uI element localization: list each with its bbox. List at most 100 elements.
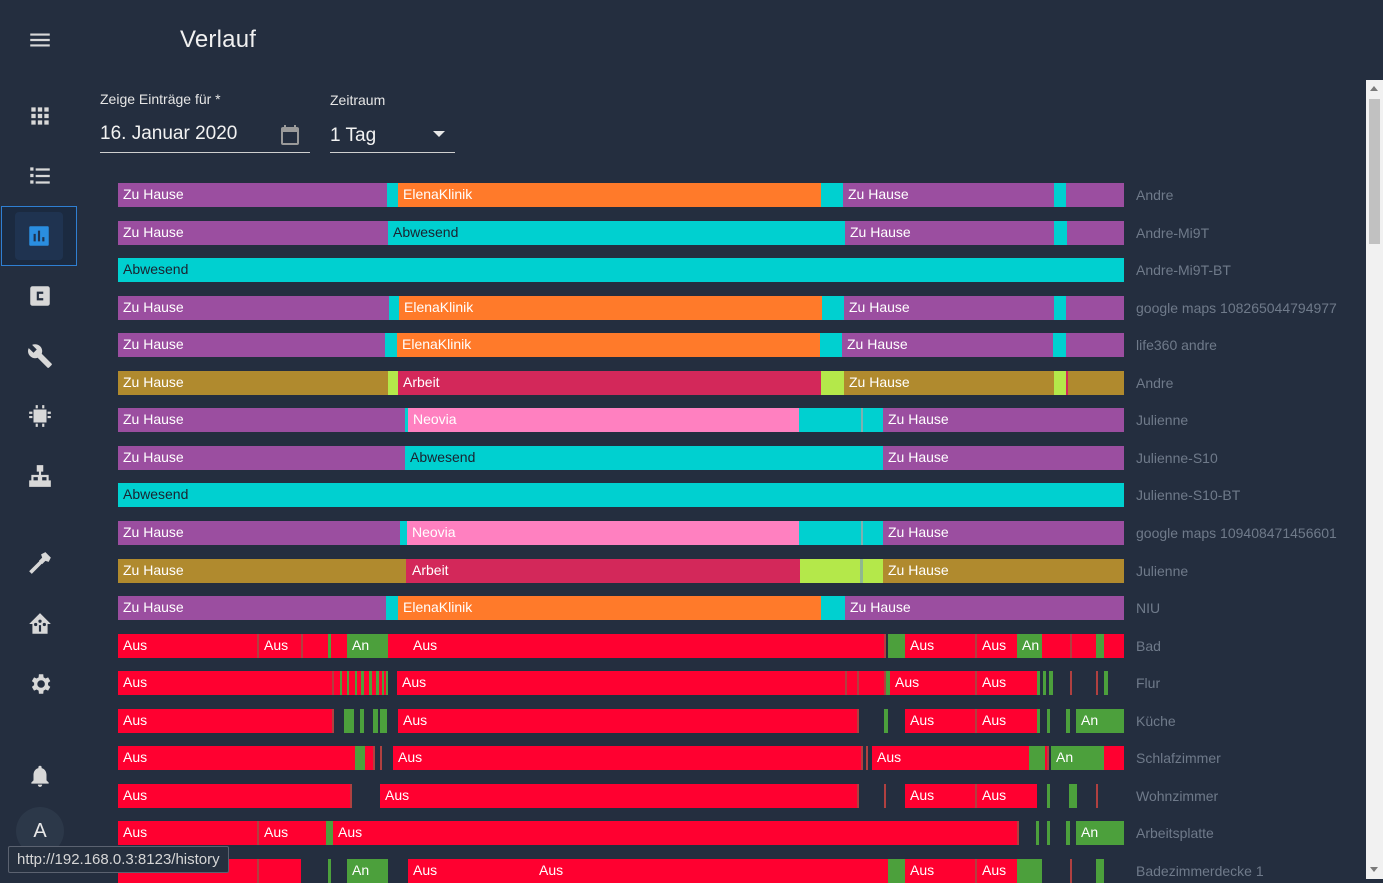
timeline-segment[interactable]	[857, 784, 859, 808]
timeline-segment[interactable]: An	[1076, 709, 1124, 733]
timeline-segment[interactable]	[820, 333, 842, 357]
timeline-segment[interactable]	[1068, 371, 1124, 395]
timeline-segment[interactable]: Aus	[333, 821, 1017, 845]
scroll-down-arrow-icon[interactable]	[1370, 867, 1378, 872]
timeline-segment[interactable]	[331, 634, 347, 658]
timeline-segment[interactable]: Abwesend	[388, 221, 845, 245]
timeline-segment[interactable]: An	[347, 634, 388, 658]
timeline-segment[interactable]	[1054, 221, 1067, 245]
timeline-segment[interactable]: Zu Hause	[842, 333, 1053, 357]
timeline-segment[interactable]	[386, 671, 388, 695]
timeline-segment[interactable]	[1096, 784, 1098, 808]
timeline-segment[interactable]	[386, 596, 398, 620]
timeline-segment[interactable]	[866, 746, 868, 770]
timeline-segment[interactable]	[388, 371, 398, 395]
timeline-segment[interactable]	[1029, 746, 1045, 770]
timeline-segment[interactable]	[1066, 821, 1070, 845]
timeline-segment[interactable]: Aus	[977, 784, 1037, 808]
timeline-segment[interactable]	[888, 859, 905, 883]
timeline-segment[interactable]	[380, 746, 382, 770]
timeline-segment[interactable]	[799, 521, 861, 545]
timeline-segment[interactable]: Arbeit	[398, 371, 821, 395]
timeline-segment[interactable]	[1070, 859, 1072, 883]
timeline-row[interactable]: Abwesend	[118, 483, 1124, 507]
timeline-segment[interactable]: Zu Hause	[883, 446, 1124, 470]
timeline-segment[interactable]: Zu Hause	[883, 408, 1124, 432]
timeline-segment[interactable]	[303, 634, 328, 658]
timeline-segment[interactable]	[863, 521, 883, 545]
timeline-row[interactable]: Zu Hause Abwesend Zu Hause	[118, 446, 1124, 470]
timeline-segment[interactable]	[350, 784, 352, 808]
timeline-segment[interactable]: Zu Hause	[844, 371, 1054, 395]
timeline-segment[interactable]	[1047, 746, 1049, 770]
timeline-row[interactable]: Aus Aus Aus Aus An	[118, 709, 1124, 733]
timeline-segment[interactable]: Aus	[905, 859, 975, 883]
timeline-segment[interactable]	[1047, 709, 1050, 733]
timeline-segment[interactable]	[1047, 821, 1050, 845]
timeline-segment[interactable]	[888, 634, 905, 658]
timeline-row[interactable]: Aus Aus Aus An	[118, 821, 1124, 845]
timeline-segment[interactable]	[1104, 746, 1124, 770]
timeline-segment[interactable]	[380, 709, 387, 733]
timeline-segment[interactable]	[1017, 821, 1019, 845]
timeline-segment[interactable]: Zu Hause	[883, 559, 1124, 583]
timeline-segment[interactable]	[1054, 296, 1066, 320]
timeline-segment[interactable]	[1096, 634, 1104, 658]
timeline-segment[interactable]	[365, 746, 373, 770]
timeline-row[interactable]: Zu Hause ElenaKlinik Zu Hause	[118, 183, 1124, 207]
timeline-segment[interactable]: Zu Hause	[118, 371, 388, 395]
timeline-segment[interactable]: Zu Hause	[118, 183, 387, 207]
timeline-segment[interactable]	[400, 521, 407, 545]
timeline-segment[interactable]	[1037, 671, 1040, 695]
timeline-segment[interactable]: Abwesend	[405, 446, 883, 470]
timeline-segment[interactable]: Aus	[534, 859, 888, 883]
timeline-row[interactable]: Aus Aus Aus Aus	[118, 671, 1124, 695]
timeline-segment[interactable]	[326, 821, 333, 845]
timeline-segment[interactable]: Neovia	[407, 521, 799, 545]
timeline-segment[interactable]	[861, 746, 863, 770]
timeline-segment[interactable]: Aus	[118, 784, 350, 808]
timeline-segment[interactable]: Zu Hause	[844, 296, 1054, 320]
timeline-segment[interactable]: Aus	[905, 784, 975, 808]
timeline-segment[interactable]	[1017, 859, 1042, 883]
timeline-segment[interactable]	[373, 746, 375, 770]
timeline-segment[interactable]	[822, 296, 844, 320]
timeline-segment[interactable]	[1066, 296, 1124, 320]
timeline-segment[interactable]: Aus	[408, 634, 884, 658]
timeline-segment[interactable]: Zu Hause	[843, 183, 1054, 207]
timeline-row[interactable]: Zu Hause ElenaKlinik Zu Hause	[118, 333, 1124, 357]
timeline-segment[interactable]	[863, 559, 883, 583]
timeline-segment[interactable]	[387, 183, 398, 207]
timeline-segment[interactable]	[385, 333, 397, 357]
timeline-segment[interactable]: Aus	[977, 859, 1017, 883]
timeline-segment[interactable]: Zu Hause	[118, 446, 405, 470]
timeline-segment[interactable]	[259, 859, 301, 883]
timeline-segment[interactable]	[821, 371, 844, 395]
timeline-segment[interactable]	[821, 596, 845, 620]
timeline-row[interactable]: Aus Aus An Aus Aus Aus An	[118, 634, 1124, 658]
timeline-segment[interactable]	[1036, 821, 1039, 845]
timeline-segment[interactable]	[332, 709, 334, 733]
timeline-segment[interactable]: Aus	[977, 671, 1037, 695]
timeline-row[interactable]: Aus Aus Aus Aus	[118, 784, 1124, 808]
timeline-segment[interactable]: Zu Hause	[845, 221, 1054, 245]
timeline-segment[interactable]	[1104, 671, 1108, 695]
timeline-segment[interactable]	[1069, 784, 1077, 808]
timeline-segment[interactable]: Aus	[398, 709, 857, 733]
scroll-up-arrow-icon[interactable]	[1370, 86, 1378, 91]
timeline-segment[interactable]: Aus	[118, 746, 355, 770]
timeline-segment[interactable]	[1043, 671, 1046, 695]
timeline-segment[interactable]	[344, 709, 354, 733]
timeline-segment[interactable]: An	[347, 859, 388, 883]
timeline-segment[interactable]: Aus	[118, 821, 257, 845]
timeline-row[interactable]: Zu Hause ElenaKlinik Zu Hause	[118, 596, 1124, 620]
timeline-row[interactable]: An Aus Aus Aus Aus	[118, 859, 1124, 883]
timeline-segment[interactable]: ElenaKlinik	[398, 183, 821, 207]
timeline-segment[interactable]: Aus	[393, 746, 861, 770]
timeline-segment[interactable]: Aus	[118, 671, 332, 695]
timeline-segment[interactable]	[884, 784, 886, 808]
timeline-segment[interactable]: Aus	[118, 709, 332, 733]
timeline-row[interactable]: Zu Hause Arbeit Zu Hause	[118, 371, 1124, 395]
timeline-segment[interactable]: Zu Hause	[118, 221, 388, 245]
timeline-segment[interactable]	[799, 408, 861, 432]
